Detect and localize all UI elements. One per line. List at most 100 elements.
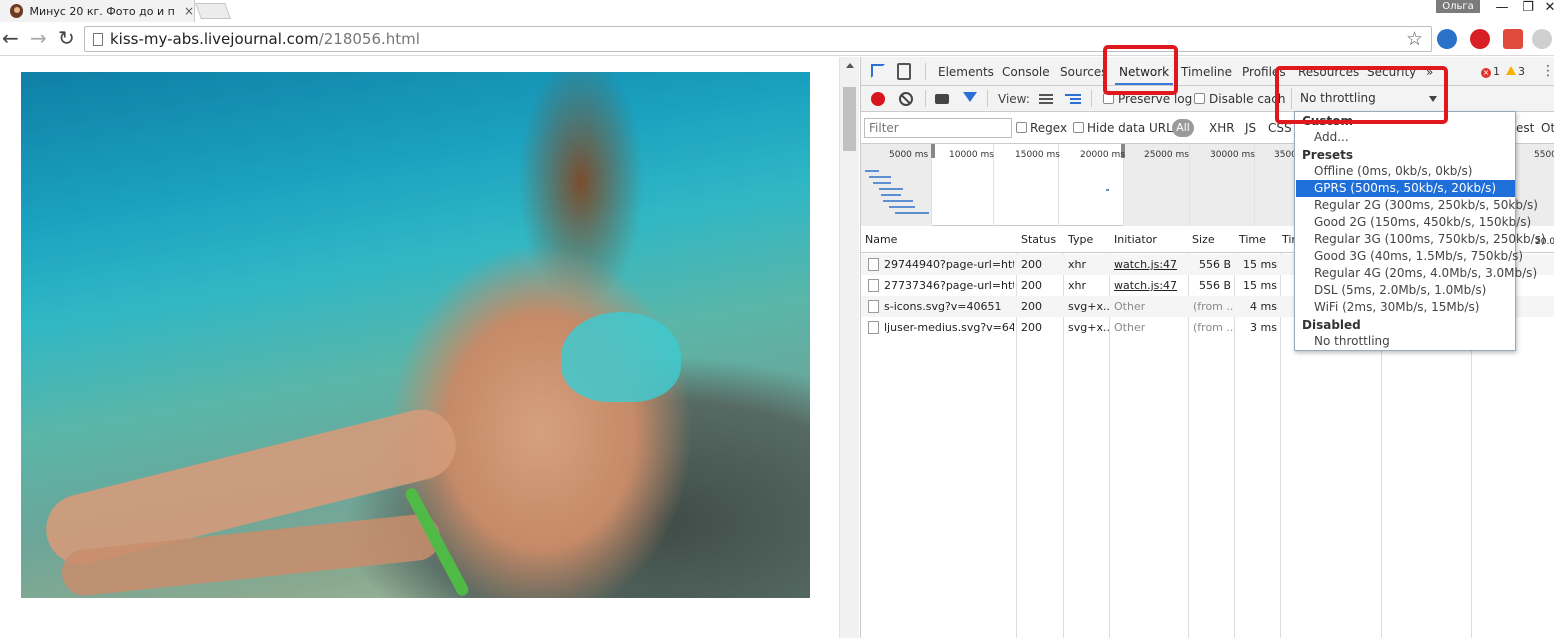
devtools-menu-icon[interactable]: ⋮: [1541, 63, 1554, 79]
request-status: 200: [1021, 279, 1042, 292]
overview-bar: [881, 194, 901, 196]
url-host: kiss-my-abs.livejournal.com: [110, 30, 319, 48]
page-scrollbar[interactable]: [839, 57, 859, 638]
filter-input[interactable]: [864, 118, 1012, 138]
globe-icon[interactable]: [1437, 29, 1457, 49]
header-size[interactable]: Size: [1192, 233, 1215, 246]
throttle-gprs[interactable]: GPRS (500ms, 50kb/s, 20kb/s): [1296, 180, 1515, 197]
header-status[interactable]: Status: [1021, 233, 1056, 246]
warning-count: 3: [1518, 65, 1525, 78]
throttle-dsl[interactable]: DSL (5ms, 2.0Mb/s, 1.0Mb/s): [1296, 282, 1515, 299]
device-mode-icon[interactable]: [897, 63, 911, 80]
header-initiator[interactable]: Initiator: [1114, 233, 1157, 246]
hide-data-urls-checkbox[interactable]: [1073, 122, 1084, 133]
filter-icon[interactable]: [963, 92, 977, 102]
scroll-thumb[interactable]: [843, 87, 856, 151]
throttle-add[interactable]: Add...: [1296, 129, 1515, 146]
request-status: 200: [1021, 258, 1042, 271]
url-path: /218056.html: [318, 30, 420, 48]
throttle-offline[interactable]: Offline (0ms, 0kb/s, 0kb/s): [1296, 163, 1515, 180]
overview-left-handle[interactable]: [931, 144, 935, 158]
filter-other-button[interactable]: Ot: [1541, 121, 1554, 135]
request-initiator: Other: [1114, 321, 1146, 334]
throttle-regular-2g[interactable]: Regular 2G (300ms, 250kb/s, 50kb/s): [1296, 197, 1538, 214]
divider: [987, 90, 988, 107]
header-name[interactable]: Name: [865, 233, 897, 246]
overview-bar: [869, 176, 891, 178]
reload-button[interactable]: ↻: [58, 28, 75, 48]
tab-strip: Минус 20 кг. Фото до и п × Ольга — ❐ ✕: [0, 0, 1554, 22]
clear-icon[interactable]: [899, 92, 913, 106]
overview-tick: 25000 ms: [1144, 150, 1189, 160]
overview-bar: [883, 200, 913, 202]
bookmark-star-icon[interactable]: ☆: [1406, 28, 1423, 50]
favicon-icon: [10, 4, 24, 18]
page-content: [0, 57, 839, 638]
devtools-tabbar: Elements Console Sources Network Timelin…: [861, 57, 1554, 86]
restore-button[interactable]: ❐: [1516, 0, 1540, 18]
tab-timeline[interactable]: Timeline: [1181, 65, 1232, 79]
regex-label: Regex: [1030, 121, 1068, 135]
capture-screenshots-icon[interactable]: [935, 94, 949, 104]
annotation-network-highlight: [1103, 45, 1178, 95]
throttle-regular-3g[interactable]: Regular 3G (100ms, 750kb/s, 250kb/s): [1296, 231, 1546, 248]
close-window-button[interactable]: ✕: [1538, 0, 1554, 18]
opera-ext-icon[interactable]: [1470, 29, 1490, 49]
throttle-good-3g[interactable]: Good 3G (40ms, 1.5Mb/s, 750kb/s): [1296, 248, 1523, 265]
request-size: (from ...: [1193, 321, 1233, 334]
overview-bar: [873, 182, 891, 184]
forward-button[interactable]: →: [30, 28, 47, 48]
record-icon[interactable]: [871, 92, 885, 106]
overview-bar: [1106, 189, 1109, 191]
throttle-none[interactable]: No throttling: [1296, 333, 1515, 350]
tab-elements[interactable]: Elements: [938, 65, 994, 79]
overview-bar: [865, 170, 879, 172]
hide-data-urls-label: Hide data URLs: [1087, 121, 1180, 135]
header-type[interactable]: Type: [1068, 233, 1093, 246]
tab-sources[interactable]: Sources: [1060, 65, 1107, 79]
overview-tick: 30000 ms: [1210, 150, 1255, 160]
back-button[interactable]: ←: [2, 28, 19, 48]
throttle-regular-4g[interactable]: Regular 4G (20ms, 4.0Mb/s, 3.0Mb/s): [1296, 265, 1537, 282]
request-initiator[interactable]: watch.js:47: [1114, 258, 1177, 271]
header-time[interactable]: Time: [1239, 233, 1266, 246]
request-size: (from ...: [1193, 300, 1233, 313]
gmail-ext-icon[interactable]: [1503, 29, 1523, 49]
minimize-button[interactable]: —: [1490, 0, 1514, 18]
tab-console[interactable]: Console: [1002, 65, 1050, 79]
new-tab-button[interactable]: [195, 3, 231, 19]
filter-all-button[interactable]: All: [1172, 119, 1194, 137]
tab-close-icon[interactable]: ×: [184, 4, 194, 18]
request-initiator[interactable]: watch.js:47: [1114, 279, 1177, 292]
inspect-element-icon[interactable]: [871, 64, 885, 78]
error-warning-counter[interactable]: × 1 3: [1481, 65, 1525, 78]
filter-js-button[interactable]: JS: [1245, 121, 1256, 135]
request-type: xhr: [1068, 258, 1087, 271]
request-type: xhr: [1068, 279, 1087, 292]
scroll-up-icon[interactable]: [846, 63, 854, 68]
request-time: 3 ms: [1250, 321, 1277, 334]
error-count: 1: [1493, 65, 1500, 78]
throttle-wifi[interactable]: WiFi (2ms, 30Mb/s, 15Mb/s): [1296, 299, 1515, 316]
request-name: ljuser-medius.svg?v=641...: [884, 321, 1014, 334]
filter-manifest-button[interactable]: est: [1516, 121, 1534, 135]
address-bar[interactable]: kiss-my-abs.livejournal.com /218056.html…: [84, 26, 1432, 52]
tab-title: Минус 20 кг. Фото до и п: [29, 4, 175, 18]
overview-gridline: [1189, 144, 1190, 226]
disable-cache-checkbox[interactable]: [1194, 93, 1205, 104]
browser-tab[interactable]: Минус 20 кг. Фото до и п ×: [0, 0, 195, 22]
overview-tick: 20000 ms: [1080, 150, 1125, 160]
throttle-good-2g[interactable]: Good 2G (150ms, 450kb/s, 150kb/s): [1296, 214, 1531, 231]
request-size: 556 B: [1198, 258, 1231, 271]
request-status: 200: [1021, 300, 1042, 313]
filter-xhr-button[interactable]: XHR: [1209, 121, 1235, 135]
request-type: svg+x...: [1068, 321, 1110, 334]
large-rows-icon[interactable]: [1039, 94, 1053, 104]
profile-button[interactable]: Ольга: [1436, 0, 1480, 13]
overview-bar: [895, 212, 929, 214]
ext-icon[interactable]: [1532, 29, 1552, 49]
regex-checkbox[interactable]: [1016, 122, 1027, 133]
group-presets: Presets: [1302, 148, 1354, 162]
overview-tick: 10000 ms: [949, 150, 994, 160]
overview-icon[interactable]: [1065, 94, 1081, 104]
